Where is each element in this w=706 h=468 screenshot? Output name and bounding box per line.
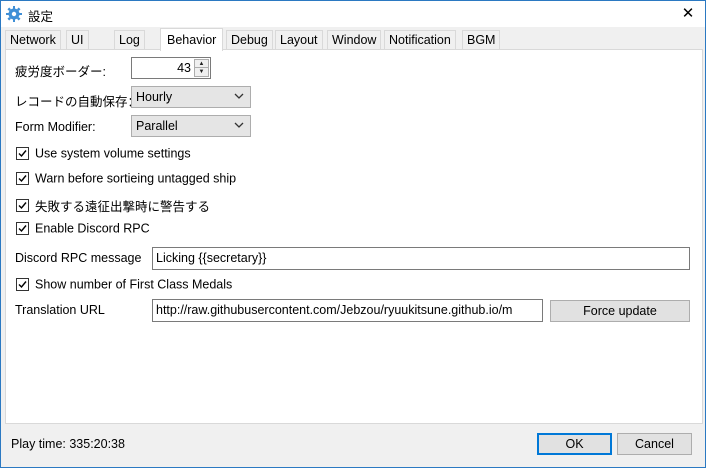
checkbox[interactable] [16, 147, 29, 161]
checkmark-icon [18, 281, 27, 289]
window-title: 設定 [28, 10, 54, 24]
first-class-medals-checkbox[interactable]: Show number of First Class Medals [16, 277, 232, 293]
checkmark-icon [18, 175, 27, 183]
checkmark-icon [18, 225, 27, 233]
chevron-down-icon [234, 93, 244, 99]
stepper-arrows[interactable]: ▲ ▼ [194, 59, 209, 77]
tab-bgm[interactable]: BGM [462, 30, 501, 50]
checkmark-icon [18, 202, 27, 210]
title-bar: 設定 ✕ [1, 1, 705, 27]
close-icon: ✕ [681, 5, 695, 22]
stepper-up-icon[interactable]: ▲ [195, 60, 208, 68]
form-modifier-label: Form Modifier: [15, 120, 96, 134]
close-button[interactable]: ✕ [671, 1, 705, 27]
warn-untagged-label: Warn before sortieing untagged ship [35, 171, 237, 186]
record-autosave-value: Hourly [136, 90, 173, 104]
fatigue-border-stepper[interactable]: 43 ▲ ▼ [131, 57, 211, 79]
tab-window[interactable]: Window [327, 30, 382, 50]
chevron-down-icon [234, 122, 244, 128]
form-modifier-select[interactable]: Parallel [131, 115, 251, 137]
play-time: Play time: 335:20:38 [11, 437, 125, 451]
translation-url-label: Translation URL [15, 303, 105, 317]
tab-ui[interactable]: UI [66, 30, 89, 50]
settings-window: 設定 ✕ Network UI Log Behavior Debug Layou… [0, 0, 706, 468]
ok-button[interactable]: OK [537, 433, 612, 455]
checkbox[interactable] [16, 222, 29, 236]
form-modifier-value: Parallel [136, 119, 178, 133]
warn-failure-checkbox[interactable]: 失敗する遠征出撃時に警告する [16, 196, 211, 214]
warn-failure-label: 失敗する遠征出撃時に警告する [35, 200, 211, 214]
checkbox[interactable] [16, 199, 29, 212]
tab-log[interactable]: Log [114, 30, 145, 50]
fatigue-border-value: 43 [177, 61, 191, 75]
warn-untagged-checkbox[interactable]: Warn before sortieing untagged ship [16, 171, 236, 187]
discord-rpc-label: Enable Discord RPC [35, 221, 150, 236]
discord-message-input[interactable]: Licking {{secretary}} [152, 247, 690, 270]
first-class-medals-label: Show number of First Class Medals [35, 277, 233, 292]
gear-icon [6, 6, 22, 22]
discord-message-label: Discord RPC message [15, 251, 142, 265]
tab-layout[interactable]: Layout [275, 30, 323, 50]
system-volume-label: Use system volume settings [35, 146, 191, 161]
record-autosave-select[interactable]: Hourly [131, 86, 251, 108]
force-update-button[interactable]: Force update [550, 300, 690, 322]
fatigue-border-label: 疲労度ボーダー: [15, 65, 106, 79]
checkmark-icon [18, 150, 27, 158]
tab-strip: Network UI Log Behavior Debug Layout Win… [5, 28, 703, 51]
translation-url-input[interactable]: http://raw.githubusercontent.com/Jebzou/… [152, 299, 543, 322]
stepper-down-icon[interactable]: ▼ [195, 68, 208, 76]
cancel-button[interactable]: Cancel [617, 433, 692, 455]
behavior-panel: 疲労度ボーダー: 43 ▲ ▼ レコードの自動保存： Hourly Form M… [5, 49, 703, 424]
system-volume-checkbox[interactable]: Use system volume settings [16, 146, 191, 162]
record-autosave-label: レコードの自動保存： [15, 95, 141, 109]
tab-debug[interactable]: Debug [226, 30, 273, 50]
tab-network[interactable]: Network [5, 30, 61, 50]
checkbox[interactable] [16, 278, 29, 292]
tab-notification[interactable]: Notification [384, 30, 456, 50]
tab-behavior[interactable]: Behavior [160, 28, 224, 51]
checkbox[interactable] [16, 172, 29, 186]
discord-rpc-checkbox[interactable]: Enable Discord RPC [16, 221, 150, 237]
